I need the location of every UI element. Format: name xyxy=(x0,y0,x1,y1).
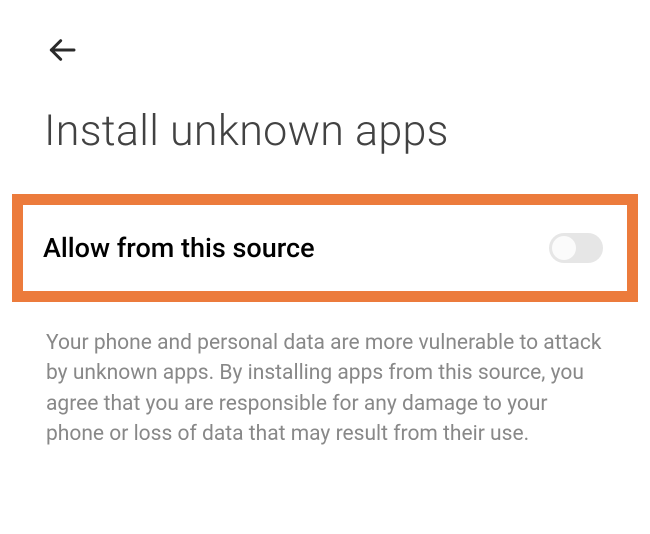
toggle-thumb xyxy=(552,236,576,260)
warning-description: Your phone and personal data are more vu… xyxy=(46,328,606,450)
allow-source-toggle[interactable] xyxy=(549,233,603,263)
allow-source-label: Allow from this source xyxy=(43,232,315,264)
page-title: Install unknown apps xyxy=(44,106,449,156)
allow-source-setting-row[interactable]: Allow from this source xyxy=(12,194,638,302)
back-button[interactable] xyxy=(44,34,80,70)
arrow-left-icon xyxy=(46,34,78,70)
